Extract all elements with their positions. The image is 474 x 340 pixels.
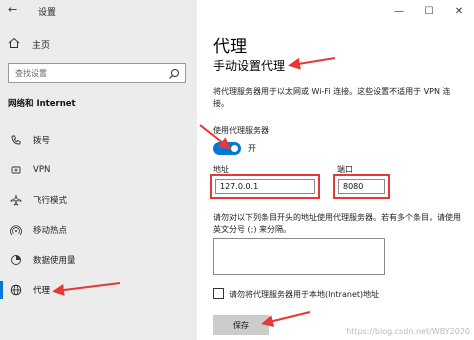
description-text: 将代理服务器用于以太网或 Wi-Fi 连接。这些设置不适用于 VPN 连接。 bbox=[213, 87, 451, 108]
sidebar-item-data-usage[interactable]: 数据使用量 bbox=[0, 250, 197, 270]
hotspot-icon bbox=[9, 223, 23, 237]
main-panel: — ☐ ✕ 代理 手动设置代理 将代理服务器用于以太网或 Wi-Fi 连接。这些… bbox=[197, 0, 474, 340]
exceptions-label: 请勿对以下列条目开头的地址使用代理服务器。若有多个条目，请使用英文分号 (;) … bbox=[213, 213, 461, 234]
sidebar-item-label: 数据使用量 bbox=[33, 256, 76, 266]
port-highlight bbox=[333, 174, 390, 199]
section-subtitle: 手动设置代理 bbox=[213, 59, 286, 73]
sidebar-item-label: 拨号 bbox=[33, 136, 51, 146]
use-proxy-label: 使用代理服务器 bbox=[213, 126, 269, 135]
home-nav[interactable]: 主页 bbox=[8, 36, 50, 52]
window-controls: — ☐ ✕ bbox=[384, 0, 474, 22]
page-title: 代理 bbox=[213, 37, 247, 57]
save-button[interactable]: 保存 bbox=[213, 315, 269, 335]
section-title: 网络和 Internet bbox=[8, 99, 76, 109]
back-arrow-icon[interactable]: ← bbox=[8, 3, 17, 16]
sidebar-item-label: 飞行模式 bbox=[33, 196, 68, 206]
toggle-knob bbox=[231, 145, 238, 152]
app-title: 设置 bbox=[38, 8, 57, 18]
dialup-icon bbox=[9, 133, 23, 147]
sidebar: ← 设置 主页 查找设置 网络和 Internet 拨号 VPN 飞行模式 移动… bbox=[0, 0, 197, 340]
port-field[interactable] bbox=[338, 179, 385, 194]
airplane-icon bbox=[9, 193, 23, 207]
local-bypass-checkbox[interactable] bbox=[213, 288, 224, 299]
vpn-icon bbox=[9, 163, 23, 177]
globe-icon bbox=[9, 283, 23, 297]
sidebar-item-proxy[interactable]: 代理 bbox=[0, 280, 197, 300]
search-icon[interactable] bbox=[167, 66, 181, 80]
sidebar-item-vpn[interactable]: VPN bbox=[0, 160, 197, 180]
sidebar-item-label: 代理 bbox=[33, 286, 51, 296]
sidebar-item-airplane[interactable]: 飞行模式 bbox=[0, 190, 197, 210]
local-bypass-label: 请勿将代理服务器用于本地(Intranet)地址 bbox=[229, 290, 380, 299]
close-icon[interactable]: ✕ bbox=[444, 0, 474, 22]
use-proxy-toggle[interactable] bbox=[213, 142, 241, 155]
home-icon bbox=[8, 37, 22, 52]
data-usage-icon bbox=[9, 253, 23, 267]
minimize-icon[interactable]: — bbox=[384, 0, 414, 22]
toggle-state-label: 开 bbox=[248, 144, 256, 153]
watermark: https://blog.csdn.net/WBY2020 bbox=[346, 327, 470, 336]
titlebar: ← 设置 bbox=[0, 0, 197, 22]
address-field[interactable] bbox=[215, 179, 315, 194]
sidebar-item-hotspot[interactable]: 移动热点 bbox=[0, 220, 197, 240]
sidebar-item-dialup[interactable]: 拨号 bbox=[0, 130, 197, 150]
sidebar-item-label: 移动热点 bbox=[33, 226, 68, 236]
exceptions-field[interactable] bbox=[213, 238, 385, 275]
search-input[interactable]: 查找设置 bbox=[8, 63, 186, 83]
search-placeholder: 查找设置 bbox=[15, 69, 47, 78]
home-label: 主页 bbox=[32, 40, 51, 51]
maximize-icon[interactable]: ☐ bbox=[414, 0, 444, 22]
sidebar-item-label: VPN bbox=[33, 165, 51, 175]
address-highlight bbox=[210, 174, 320, 199]
